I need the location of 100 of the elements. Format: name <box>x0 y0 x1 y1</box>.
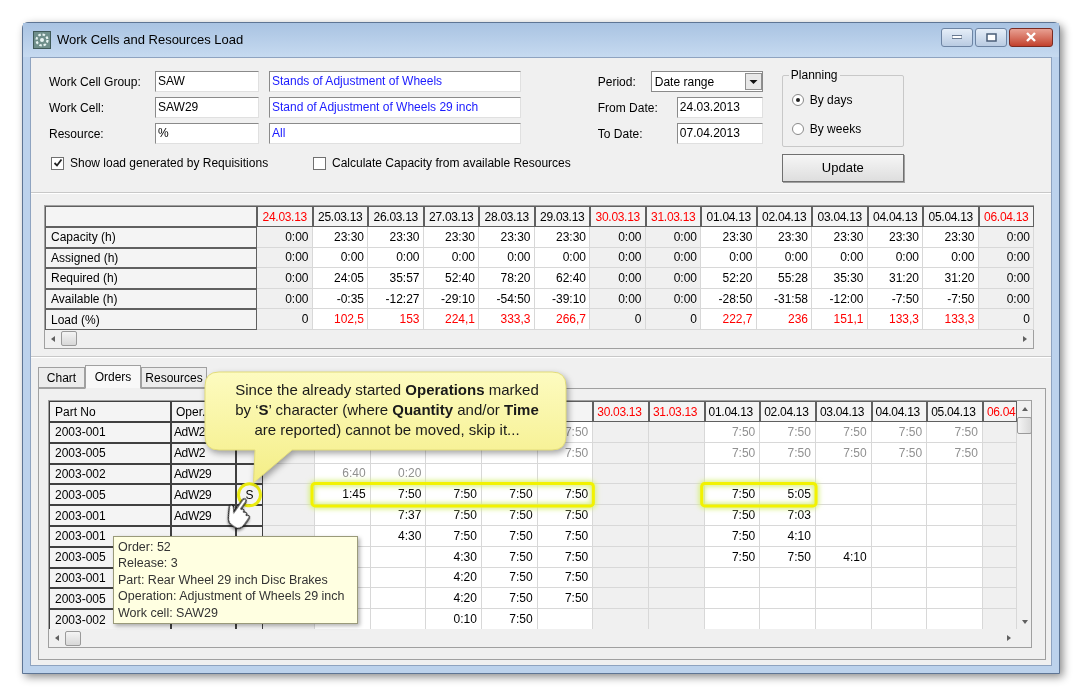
table-cell: 55:28 <box>756 268 812 289</box>
column-header: 02.04.13 <box>760 401 816 422</box>
tab[interactable]: Chart <box>38 367 85 388</box>
input-field[interactable]: Stands of Adjustment of Wheels <box>269 71 521 92</box>
table-cell: 0:00 <box>257 288 313 310</box>
table-cell: 62:40 <box>534 268 590 289</box>
row-header: Available (h) <box>45 288 257 310</box>
column-header: 25.03.13 <box>312 206 368 227</box>
table-cell: 4:20 <box>426 567 482 589</box>
input-field[interactable]: SAW29 <box>155 97 259 118</box>
table-cell: AdW29 <box>171 484 236 506</box>
table-cell: 266,7 <box>534 309 590 330</box>
column-header: 04.04.13 <box>867 206 923 227</box>
table-cell: 7:50 <box>815 422 872 443</box>
table-cell: 4:10 <box>760 526 816 547</box>
radio-button[interactable] <box>791 94 804 106</box>
table-cell: 0:00 <box>257 247 313 269</box>
radio-label: By days <box>809 92 853 109</box>
column-header: 03.04.13 <box>815 401 872 422</box>
table-cell: 52:20 <box>701 268 757 289</box>
input-field[interactable]: All <box>269 123 521 144</box>
column-header: 31.03.13 <box>645 206 701 227</box>
table-cell: 222,7 <box>701 309 757 330</box>
table-cell: 0:00 <box>701 247 757 269</box>
table-cell: 23:30 <box>368 227 424 248</box>
group-title: Planning <box>788 67 840 83</box>
scroll-thumb[interactable] <box>61 331 77 347</box>
column-header: 28.03.13 <box>479 206 535 227</box>
row-header: 2003-002 <box>49 463 171 485</box>
table-cell: 23:30 <box>812 227 868 248</box>
callout-text: Since the already started Operations marked by ‘S’ character (where Quantity and/or Time are reported) cannot be moved, skip it... <box>234 380 540 440</box>
table-cell: 0:00 <box>368 247 424 269</box>
table-cell: 0:00 <box>812 247 868 269</box>
date-field[interactable]: 24.03.2013 <box>676 97 763 118</box>
row-header: 2003-001 <box>49 422 171 443</box>
row-header: 2003-001 <box>49 505 171 526</box>
table-cell: 0 <box>257 309 313 330</box>
maximize-icon <box>985 32 997 42</box>
checkbox[interactable] <box>51 156 64 170</box>
column-header: 29.03.13 <box>534 206 590 227</box>
tab[interactable]: Resources <box>141 367 207 388</box>
table-cell: 7:50 <box>481 609 538 630</box>
close-button[interactable] <box>1009 27 1053 47</box>
date-field[interactable]: 07.04.2013 <box>676 123 763 144</box>
checkbox[interactable] <box>313 156 326 170</box>
minimize-icon <box>952 35 962 39</box>
column-header: 02.04.13 <box>756 206 812 227</box>
row-header: Load (%) <box>45 309 257 330</box>
input-field[interactable]: % <box>155 123 259 144</box>
field-label: To Date: <box>597 125 644 143</box>
table-cell: 102,5 <box>312 309 368 330</box>
table-cell: 7:50 <box>760 442 816 464</box>
checkbox-label: Calculate Capacity from available Resources <box>332 155 571 172</box>
row-header: Capacity (h) <box>45 227 257 248</box>
radio-label: By weeks <box>809 121 862 138</box>
column-header: 03.04.13 <box>812 206 868 227</box>
column-header: 01.04.13 <box>704 401 761 422</box>
update-button[interactable]: Update <box>781 154 904 182</box>
table-cell: 0:00 <box>590 288 646 310</box>
table-cell: 23:30 <box>701 227 757 248</box>
table-cell: 23:30 <box>923 227 979 248</box>
table-cell: 0:10 <box>426 609 482 630</box>
table-cell: 23:30 <box>423 227 479 248</box>
table-cell: -12:27 <box>368 288 424 310</box>
table-cell: 23:30 <box>479 227 535 248</box>
checkbox-label: Show load generated by Requisitions <box>70 155 269 172</box>
table-cell: 151,1 <box>812 309 868 330</box>
table-cell: 153 <box>368 309 424 330</box>
table-cell: -28:50 <box>701 288 757 310</box>
column-header: 27.03.13 <box>423 206 479 227</box>
table-cell: AdW29 <box>171 463 236 485</box>
column-header: 06.04 <box>982 401 1017 422</box>
table-cell: 52:40 <box>423 268 479 289</box>
table-cell: 31:20 <box>923 268 979 289</box>
field-label: Work Cell Group: <box>49 73 142 91</box>
minimize-button[interactable] <box>941 27 973 47</box>
gear-icon <box>33 31 51 49</box>
table-cell: 7:50 <box>871 422 928 443</box>
table-cell: 24:05 <box>312 268 368 289</box>
row-header: 2003-005 <box>49 442 171 464</box>
scroll-thumb[interactable] <box>1017 417 1033 434</box>
table-cell: 0:00 <box>645 227 701 248</box>
input-field[interactable]: Stand of Adjustment of Wheels 29 inch <box>269 97 521 118</box>
maximize-button[interactable] <box>975 27 1007 47</box>
period-dropdown[interactable]: Date range <box>650 71 763 92</box>
table-cell: 23:30 <box>756 227 812 248</box>
scroll-thumb[interactable] <box>65 630 81 646</box>
table-cell: 333,3 <box>479 309 535 330</box>
table-cell: 35:30 <box>812 268 868 289</box>
table-cell: 0:00 <box>590 268 646 289</box>
table-cell: 7:50 <box>426 526 482 547</box>
row-header: 2003-005 <box>49 484 171 506</box>
table-cell: 0 <box>645 309 701 330</box>
column-header: 24.03.13 <box>257 206 313 227</box>
tab[interactable]: Orders <box>85 365 141 389</box>
close-icon <box>1025 32 1037 42</box>
radio-button[interactable] <box>791 123 804 135</box>
table-cell: 0:00 <box>923 247 979 269</box>
table-cell: 7:50 <box>537 588 594 610</box>
input-field[interactable]: SAW <box>155 71 259 92</box>
